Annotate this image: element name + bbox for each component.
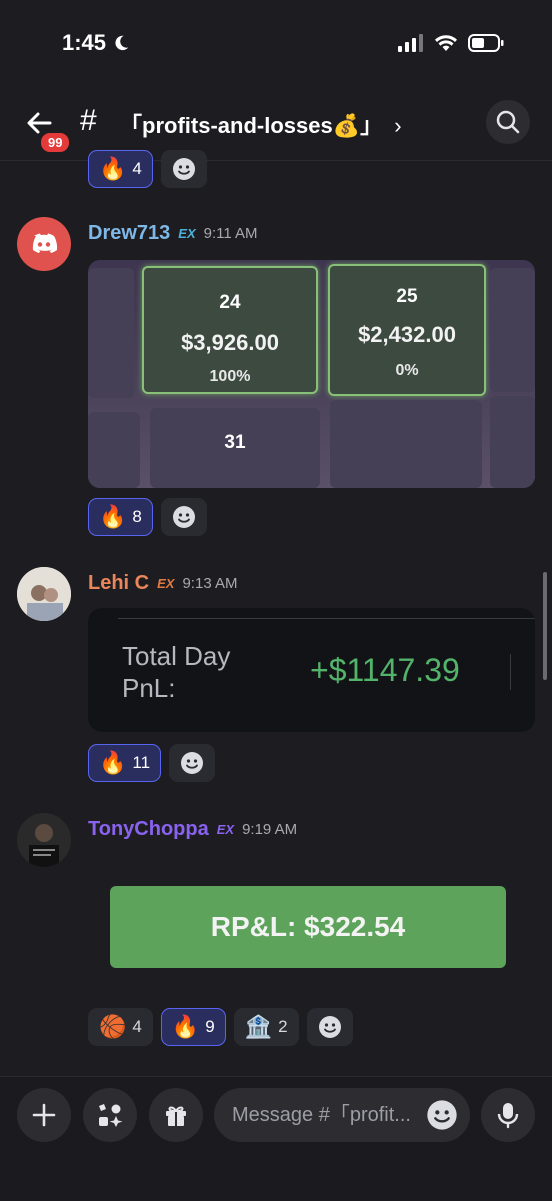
status-icons [398,34,504,52]
username[interactable]: TonyChoppa [88,818,209,841]
reaction-fire[interactable]: 🔥 4 [88,150,153,188]
microphone-icon [497,1103,519,1129]
message-header: TonyChoppa EX 9:19 AM [88,818,297,841]
cell-day: 31 [224,432,246,453]
voice-message-button[interactable] [481,1088,535,1142]
username[interactable]: Lehi C [88,572,149,595]
message-header: Lehi C EX 9:13 AM [88,572,238,595]
cell-day: 25 [396,286,418,307]
cell-amount: $3,926.00 [181,330,279,355]
add-reaction-button[interactable] [169,744,216,782]
reaction-count: 4 [132,1017,142,1036]
add-attachment-button[interactable] [17,1088,71,1142]
pnl-screenshot-image[interactable]: Total Day PnL: +$1147.39 [88,608,535,732]
fire-emoji: 🔥 [99,750,127,775]
reaction-fire[interactable]: 🔥 8 [88,498,153,536]
reaction-bank[interactable]: 🏦 2 [233,1008,299,1046]
smiley-icon [318,1016,341,1038]
user-photo-icon [17,813,71,867]
timestamp: 9:11 AM [203,225,258,242]
pnl-label: Total Day PnL: [122,641,231,703]
gift-button[interactable] [149,1088,203,1142]
scrollbar[interactable] [543,572,547,680]
reaction-count: 9 [205,1017,215,1036]
message-header: Drew713 EX 9:11 AM [88,222,258,245]
unread-badge: 99 [38,130,73,155]
rpl-banner: RP&L: $322.54 [110,886,506,968]
server-tag: EX [157,576,175,591]
pnl-value: +$1147.39 [310,652,460,688]
apps-button[interactable] [83,1088,137,1142]
username[interactable]: Drew713 [88,222,170,245]
channel-title[interactable]: 「profits-and-losses💰」 › [120,108,402,140]
discord-logo-icon [32,233,58,253]
smiley-icon [427,1100,457,1130]
calendar-cell [88,412,140,488]
cell-percent: 100% [209,368,251,385]
timestamp: 9:13 AM [182,575,238,592]
server-tag: EX [216,822,235,837]
avatar[interactable] [17,217,71,271]
fire-emoji: 🔥 [99,156,127,181]
search-button[interactable] [486,100,530,144]
reaction-basketball[interactable]: 🏀 4 [88,1008,153,1046]
gift-icon [166,1106,186,1126]
search-icon [496,110,520,134]
fire-emoji: 🔥 [99,504,127,529]
reaction-row: 🔥 4 [88,150,207,188]
divider [510,654,511,690]
calendar-cell [330,400,482,488]
basketball-emoji: 🏀 [99,1014,127,1039]
calendar-cell: 31 [150,408,320,488]
cell-percent: 0% [395,362,419,379]
battery-icon [468,34,504,52]
smiley-icon [172,506,195,528]
add-reaction-button[interactable] [160,150,207,188]
emoji-button[interactable] [426,1099,458,1131]
reaction-fire[interactable]: 🔥 11 [88,744,162,782]
timestamp: 9:19 AM [242,821,298,838]
reaction-row: 🔥 11 [88,744,216,782]
reaction-count: 2 [278,1017,288,1036]
cell-day: 24 [219,292,241,313]
calendar-cell [88,268,134,398]
smiley-icon [181,752,204,774]
bank-emoji: 🏦 [244,1014,273,1039]
reaction-count: 4 [132,159,142,178]
fire-emoji: 🔥 [171,1014,200,1039]
server-tag: EX [178,226,196,241]
calendar-cell-profit: 24 $3,926.00 100% [142,266,318,394]
apps-icon [99,1104,123,1127]
pnl-calendar-image[interactable]: 24 $3,926.00 100% 25 $2,432.00 0% 31 [88,260,535,488]
cellular-signal-icon [398,34,423,52]
reaction-count: 11 [132,753,151,772]
add-reaction-button[interactable] [306,1008,353,1046]
reaction-row: 🔥 8 [88,498,207,536]
smiley-icon [172,158,195,180]
wifi-icon [435,35,457,51]
chevron-right-icon: › [394,113,402,138]
reaction-fire[interactable]: 🔥 9 [160,1008,226,1046]
user-photo-icon [17,567,71,621]
moon-icon [115,35,129,51]
status-time: 1:45 [62,30,130,56]
avatar[interactable] [17,813,71,867]
channel-name: 「profits-and-losses💰」 [120,113,383,138]
reaction-row: 🏀 4 🔥 9 🏦 2 [88,1008,353,1046]
plus-icon [32,1103,56,1127]
reaction-count: 8 [132,507,142,526]
cell-amount: $2,432.00 [358,322,456,347]
avatar[interactable] [17,567,71,621]
calendar-cell-profit: 25 $2,432.00 0% [328,264,486,396]
divider [118,618,535,619]
calendar-cell [490,396,535,488]
calendar-cell [490,268,535,392]
add-reaction-button[interactable] [160,498,207,536]
channel-hash-icon: # [80,104,97,137]
